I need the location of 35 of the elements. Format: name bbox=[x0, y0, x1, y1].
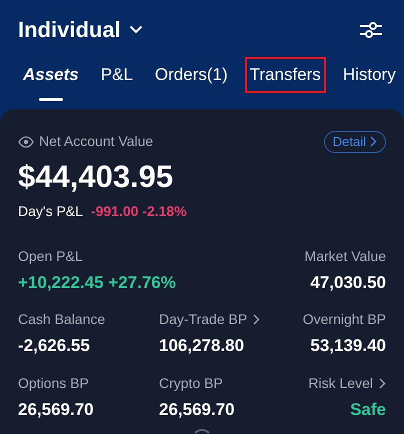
metric-label[interactable]: Risk Level bbox=[308, 372, 373, 394]
metric-value: -2,626.55 bbox=[18, 335, 90, 357]
metric-value: 26,569.70 bbox=[18, 398, 94, 420]
tab[interactable]: Orders(1) bbox=[150, 57, 233, 93]
net-value-label: Net Account Value bbox=[39, 132, 154, 151]
tab-underline bbox=[38, 98, 63, 101]
chevron-right-icon bbox=[379, 378, 386, 388]
net-account-value: $44,403.95 bbox=[18, 158, 174, 196]
metric-label: Options BP bbox=[18, 374, 89, 393]
metric-value: +10,222.45 +27.76% bbox=[18, 272, 176, 294]
tab[interactable]: P&L bbox=[96, 57, 138, 93]
metric-label[interactable]: Day-Trade BP bbox=[159, 309, 248, 330]
metric-value: 26,569.70 bbox=[159, 398, 235, 420]
metric-label: Market Value bbox=[304, 246, 386, 266]
chevron-down-icon bbox=[128, 25, 143, 34]
eye-icon[interactable] bbox=[18, 136, 34, 148]
chevron-right-icon bbox=[370, 136, 377, 147]
days-pl-label: Day's P&L bbox=[18, 202, 83, 221]
collapse-caret-icon[interactable] bbox=[194, 428, 210, 434]
tab[interactable]: History bbox=[338, 57, 401, 93]
account-dropdown[interactable]: Individual bbox=[18, 13, 143, 46]
metric-value: Safe bbox=[350, 398, 386, 420]
chevron-right-icon bbox=[253, 314, 260, 325]
metric-label: Cash Balance bbox=[18, 310, 106, 329]
metric-value: 53,139.40 bbox=[310, 335, 386, 357]
days-pl-value: -991.00 -2.18% bbox=[90, 202, 187, 220]
settings-sliders-icon[interactable] bbox=[360, 20, 382, 40]
metric-value: 106,278.80 bbox=[159, 335, 244, 357]
metric-value: 47,030.50 bbox=[310, 272, 386, 294]
metric-label: Overnight BP bbox=[302, 310, 386, 329]
metric-label: Crypto BP bbox=[159, 374, 223, 393]
tab[interactable]: Assets bbox=[18, 57, 84, 93]
metric-label: Open P&L bbox=[18, 246, 83, 266]
detail-button[interactable]: Detail bbox=[324, 130, 386, 152]
tab[interactable]: Transfers bbox=[244, 57, 326, 93]
